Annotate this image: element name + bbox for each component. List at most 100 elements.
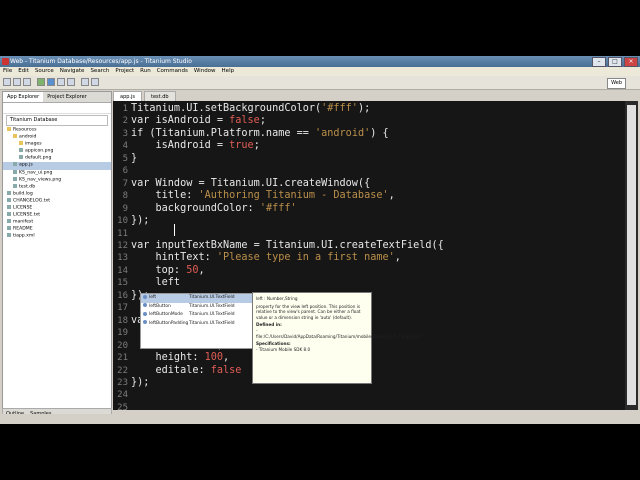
line-number: 2 xyxy=(122,116,128,127)
menu-bar: File Edit Source Navigate Search Project… xyxy=(0,67,640,76)
menu-source[interactable]: Source xyxy=(35,67,54,76)
tree-item-label: app.js xyxy=(19,162,33,168)
menu-search[interactable]: Search xyxy=(90,67,109,76)
line-number: 20 xyxy=(117,340,128,351)
menu-edit[interactable]: Edit xyxy=(18,67,29,76)
autocomplete-item[interactable]: leftButtonMode Titanium.UI.TextField xyxy=(141,311,255,320)
code-line[interactable]: var isAndroid = false; xyxy=(131,115,444,127)
project-selector[interactable]: Titanium Database xyxy=(6,115,108,126)
scroll-thumb[interactable] xyxy=(627,105,636,405)
tab-app-explorer[interactable]: App Explorer xyxy=(3,92,44,102)
code-line[interactable]: var Window = Titanium.UI.createWindow({ xyxy=(131,178,444,190)
tree-item-label: KS_nav_views.png xyxy=(19,177,62,183)
property-icon xyxy=(143,311,147,316)
tree-item-label: images xyxy=(25,141,42,147)
maximize-button[interactable]: □ xyxy=(608,57,622,67)
line-number: 18 xyxy=(117,315,128,326)
app-explorer-panel: App Explorer Project Explorer Titanium D… xyxy=(2,91,112,424)
code-line[interactable] xyxy=(131,228,444,240)
tree-item-label: build.log xyxy=(13,191,33,197)
tree-item[interactable]: Resources xyxy=(3,127,111,134)
line-number: 7 xyxy=(122,178,128,189)
tree-item[interactable]: tiapp.xml xyxy=(3,233,111,240)
tree-item-label: appicon.png xyxy=(25,148,54,154)
back-icon[interactable] xyxy=(81,78,89,86)
file-icon xyxy=(7,212,11,217)
code-line[interactable]: top: 50, xyxy=(131,265,444,277)
tree-item[interactable]: app.js xyxy=(3,162,111,170)
menu-file[interactable]: File xyxy=(3,67,12,76)
code-line[interactable]: var inputTextBxName = Titanium.UI.create… xyxy=(131,240,444,252)
run-icon[interactable] xyxy=(37,78,45,86)
line-number: 14 xyxy=(117,265,128,276)
menu-help[interactable]: Help xyxy=(222,67,235,76)
autocomplete-item[interactable]: leftButtonPadding Titanium.UI.TextField xyxy=(141,320,255,329)
code-line[interactable]: hintText: 'Please type in a first name', xyxy=(131,252,444,264)
menu-project[interactable]: Project xyxy=(115,67,134,76)
tab-app-js[interactable]: app.js xyxy=(113,91,142,101)
doc-description: property for the view left position. Thi… xyxy=(256,303,361,320)
editor-scrollbar[interactable] xyxy=(625,101,638,410)
doc-tooltip: left : Number,String property for the vi… xyxy=(252,292,422,384)
tab-test-db[interactable]: test.db xyxy=(144,91,176,101)
line-number: 10 xyxy=(117,216,128,227)
tree-item[interactable]: default.png xyxy=(3,155,111,162)
tree-item[interactable]: build.log xyxy=(3,190,111,198)
menu-navigate[interactable]: Navigate xyxy=(60,67,85,76)
save-icon[interactable] xyxy=(13,78,21,86)
code-line[interactable]: if (Titanium.Platform.name == 'android')… xyxy=(131,128,444,140)
doc-signature: left : Number,String xyxy=(256,296,298,301)
file-icon xyxy=(7,197,11,202)
code-line[interactable]: } xyxy=(131,153,444,165)
deploy-icon[interactable] xyxy=(57,78,65,86)
code-line[interactable]: isAndroid = true; xyxy=(131,140,444,152)
tab-project-explorer[interactable]: Project Explorer xyxy=(43,92,91,102)
new-file-icon[interactable] xyxy=(3,78,11,86)
autocomplete-item[interactable]: left Titanium.UI.TextField xyxy=(141,294,255,303)
minimize-button[interactable]: – xyxy=(592,57,606,67)
tree-item[interactable]: android xyxy=(3,134,111,141)
code-line[interactable]: title: 'Authoring Titanium - Database', xyxy=(131,190,444,202)
code-line[interactable]: left xyxy=(131,277,444,289)
doc-spec-value: - Titanium Mobile SDK 8.0 xyxy=(256,346,311,352)
tree-item[interactable]: manifest xyxy=(3,219,111,226)
code-line[interactable]: }); xyxy=(131,215,444,227)
tree-item[interactable]: test.db xyxy=(3,183,111,191)
file-icon xyxy=(19,148,23,153)
autocomplete-item[interactable]: leftButton Titanium.UI.TextField xyxy=(141,303,255,312)
tree-item[interactable]: KS_nav_views.png xyxy=(3,176,111,184)
tree-item[interactable]: images xyxy=(3,141,111,148)
code-line[interactable] xyxy=(131,165,444,177)
line-number-gutter: 1 2 3 4 5 6 7 8 9 10 11 12 13 14 15 16 17 18 19 20 21 22 23 24 2… xyxy=(113,101,130,410)
tree-item[interactable]: CHANGELOG.txt xyxy=(3,197,111,205)
line-number: 22 xyxy=(117,365,128,376)
tree-item-label: default.png xyxy=(25,155,52,161)
tree-item-label: KS_nav_ui.png xyxy=(19,170,53,176)
code-line[interactable]: Titanium.UI.setBackgroundColor('#fff'); xyxy=(131,103,444,115)
code-line[interactable]: backgroundColor: '#fff' xyxy=(131,203,444,215)
line-number: 23 xyxy=(117,377,128,388)
tree-item[interactable]: appicon.png xyxy=(3,148,111,155)
search-icon[interactable] xyxy=(67,78,75,86)
window-title: Web - Titanium Database/Resources/app.js… xyxy=(10,58,192,65)
autocomplete-item-label: left xyxy=(149,295,157,300)
mouse-cursor xyxy=(174,224,175,236)
code-line[interactable] xyxy=(131,389,444,401)
menu-commands[interactable]: Commands xyxy=(157,67,188,76)
tree-item-label: test.db xyxy=(19,184,36,190)
forward-icon[interactable] xyxy=(91,78,99,86)
tree-item[interactable]: KS_nav_ui.png xyxy=(3,169,111,177)
folder-icon xyxy=(7,127,11,131)
menu-run[interactable]: Run xyxy=(140,67,151,76)
tree-item[interactable]: README xyxy=(3,226,111,233)
tree-item[interactable]: LICENSE.txt xyxy=(3,212,111,219)
print-icon[interactable] xyxy=(23,78,31,86)
code-line[interactable] xyxy=(131,402,444,410)
perspective-web-button[interactable]: Web xyxy=(607,78,626,89)
debug-icon[interactable] xyxy=(47,78,55,86)
tree-item[interactable]: LICENSE xyxy=(3,205,111,212)
autocomplete-popup[interactable]: left Titanium.UI.TextField leftButton Titan… xyxy=(140,293,256,349)
property-icon xyxy=(143,320,147,324)
menu-window[interactable]: Window xyxy=(194,67,216,76)
close-button[interactable]: × xyxy=(624,57,638,67)
